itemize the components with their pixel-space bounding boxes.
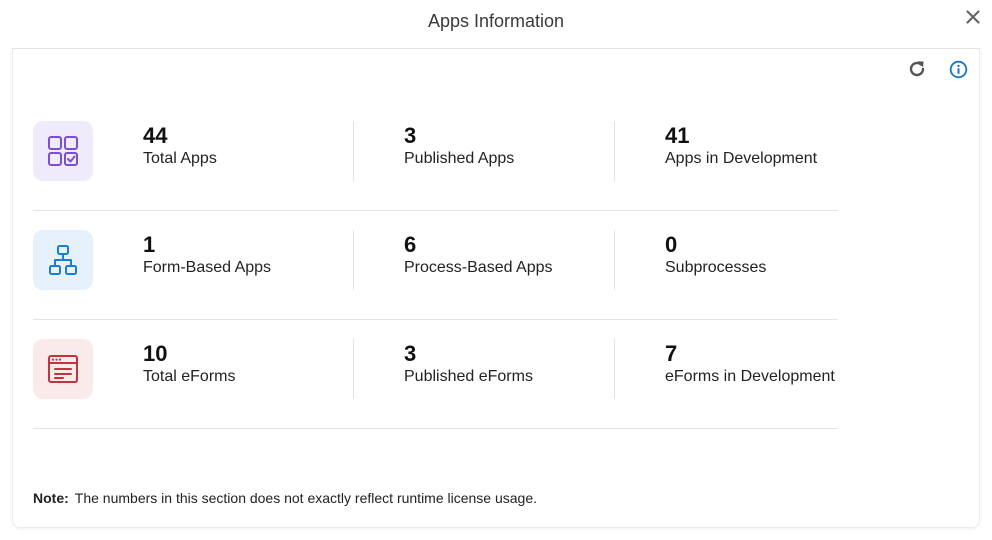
info-icon: [949, 60, 968, 79]
stat-divider: [353, 339, 354, 399]
stat-total-apps: 44 Total Apps: [143, 121, 217, 181]
app-types-tile: [33, 230, 93, 290]
info-button[interactable]: [948, 59, 969, 80]
dialog-title: Apps Information: [427, 11, 565, 31]
close-icon: [966, 10, 980, 24]
stat-value: 10: [143, 341, 168, 366]
refresh-icon: [909, 61, 925, 77]
stat-total-eforms: 10 Total eForms: [143, 339, 235, 399]
apps-tile: [33, 121, 93, 181]
stat-label: Published eForms: [404, 368, 533, 385]
eform-window-icon: [48, 355, 78, 383]
stat-form-based-apps: 1 Form-Based Apps: [143, 230, 271, 290]
stat-apps-in-development: 41 Apps in Development: [665, 121, 817, 181]
stat-label: Total Apps: [143, 150, 217, 167]
stat-divider: [353, 230, 354, 290]
stat-value: 3: [404, 123, 417, 148]
stat-value: 0: [665, 232, 678, 257]
apps-grid-icon: [48, 136, 78, 166]
stat-divider: [614, 230, 615, 290]
stat-value: 7: [665, 341, 678, 366]
stat-value: 41: [665, 123, 690, 148]
close-button[interactable]: [962, 6, 984, 28]
stat-divider: [614, 121, 615, 181]
stat-published-apps: 3 Published Apps: [404, 121, 514, 181]
stat-label: eForms in Development: [665, 368, 835, 385]
stat-label: Apps in Development: [665, 150, 818, 167]
stat-process-based-apps: 6 Process-Based Apps: [404, 230, 553, 290]
apps-summary-row: 44 Total Apps 3 Published Apps 41 Apps i…: [33, 101, 838, 211]
note-text: The numbers in this section does not exa…: [74, 490, 538, 506]
stat-label: Published Apps: [404, 150, 515, 167]
stat-value: 6: [404, 232, 417, 257]
eforms-row: 10 Total eForms 3 Published eForms 7 eFo…: [33, 319, 838, 429]
note-label: Note:: [33, 490, 69, 506]
stat-divider: [353, 121, 354, 181]
refresh-button[interactable]: [906, 58, 928, 80]
stat-eforms-in-development: 7 eForms in Development: [665, 339, 835, 399]
stat-divider: [614, 339, 615, 399]
stat-subprocesses: 0 Subprocesses: [665, 230, 766, 290]
stat-label: Total eForms: [143, 368, 236, 385]
process-tree-icon: [49, 245, 77, 275]
app-types-row: 1 Form-Based Apps 6 Process-Based Apps 0…: [33, 210, 838, 320]
eforms-tile: [33, 339, 93, 399]
stat-published-eforms: 3 Published eForms: [404, 339, 533, 399]
stat-value: 44: [143, 123, 168, 148]
stat-label: Process-Based Apps: [404, 259, 553, 276]
stat-value: 3: [404, 341, 417, 366]
stat-value: 1: [143, 232, 156, 257]
footnote: Note: The numbers in this section does no…: [33, 490, 537, 506]
stat-label: Subprocesses: [665, 259, 767, 276]
stat-label: Form-Based Apps: [143, 259, 272, 276]
